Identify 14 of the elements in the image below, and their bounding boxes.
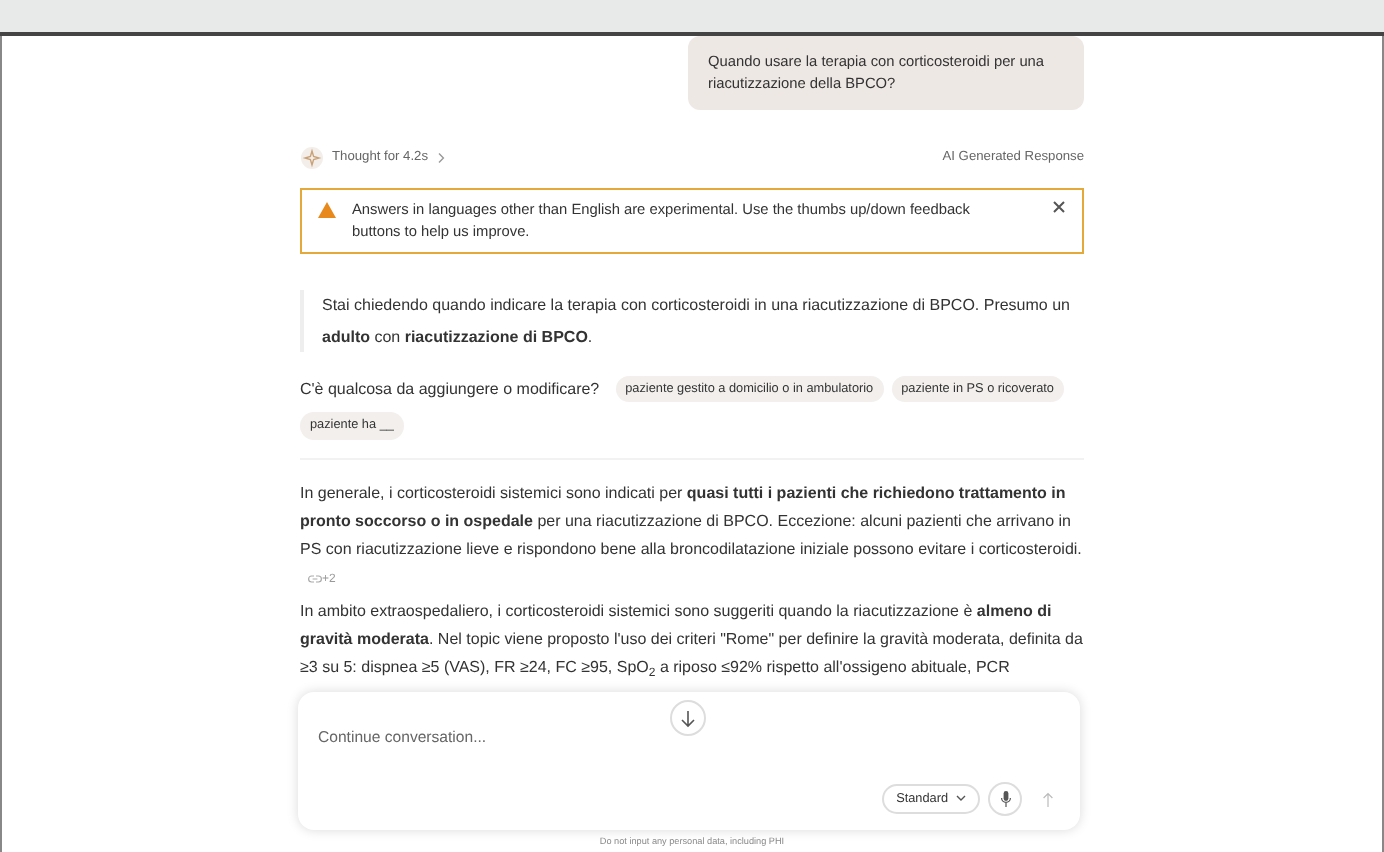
microphone-button[interactable] xyxy=(988,782,1022,816)
down-arrow-icon xyxy=(680,709,696,727)
close-icon xyxy=(1052,200,1066,215)
caret-icon xyxy=(956,794,966,803)
summary-text: Stai chiedendo quando indicare la terapia con corticosteroidi in una riacutizzazione di BPCO. Presumo un adulto con riacutizzazione di BPCO. xyxy=(300,290,1084,352)
followup-question: C'è qualcosa da aggiungere o modificare? xyxy=(300,377,600,402)
up-arrow-icon xyxy=(1041,791,1053,807)
close-button[interactable] xyxy=(1052,199,1066,215)
scroll-down-button[interactable] xyxy=(670,700,706,736)
microphone-icon xyxy=(999,790,1011,808)
answer-paragraph: In ambito extraospedaliero, i corticosteroidi sistemici sono suggeriti quando la riacutizzazione è almeno di gravità moderata. Nel topic viene proposto l'uso dei criteri "Rome" per definire la gravità moderata, definita da ≥3 su 5: dispnea ≥5 (VAS), FR ≥24, FC ≥95, SpO$_{2}$ a riposo ≤92% rispetto all'ossigeno abituale, PCR xyxy=(300,600,1084,682)
sparkle-icon xyxy=(300,145,324,170)
chevron-right-icon xyxy=(436,151,447,164)
warning-icon xyxy=(318,201,336,218)
